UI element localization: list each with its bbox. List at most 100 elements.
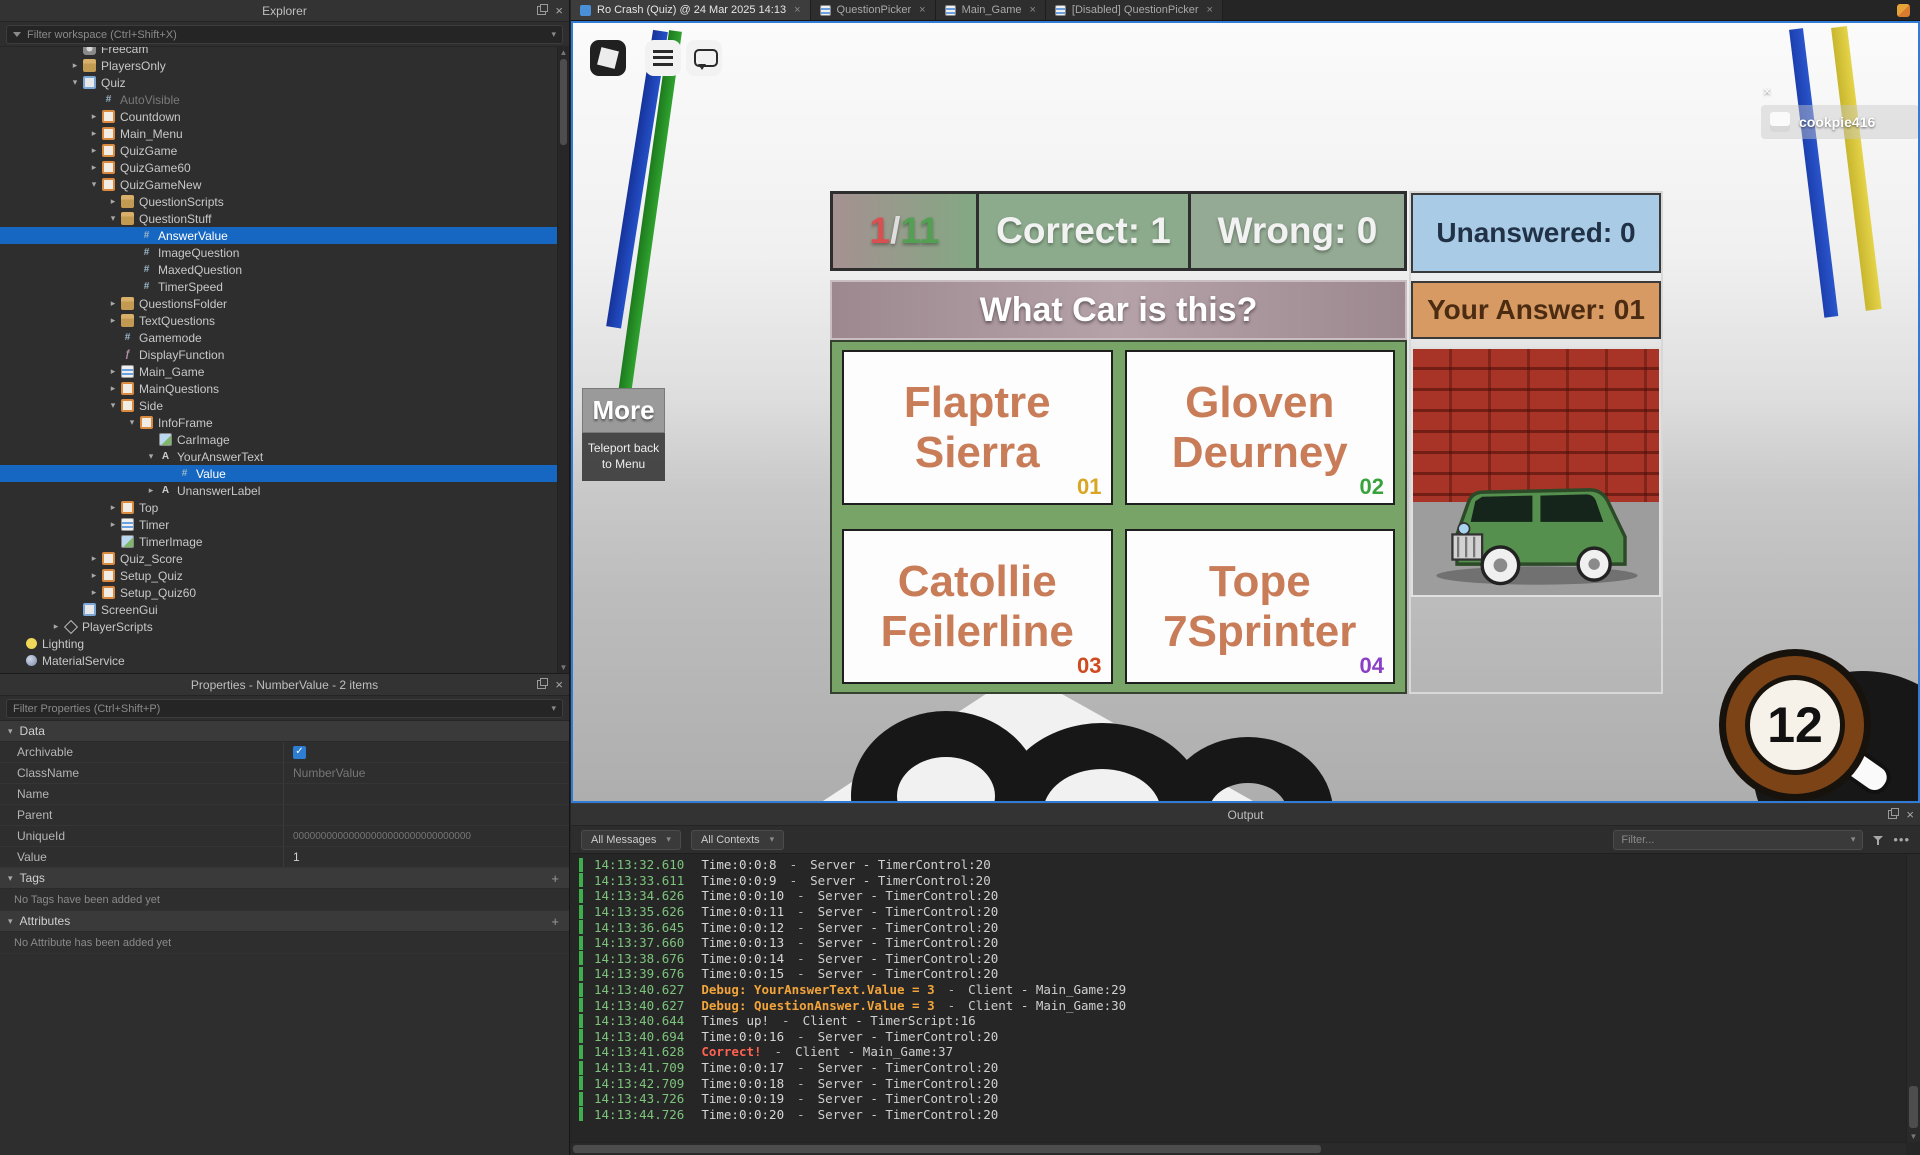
- tree-item-main-game[interactable]: ▸Main_Game: [0, 363, 557, 380]
- chevron-down-icon[interactable]: ▾: [551, 29, 556, 40]
- section-header-tags[interactable]: ▾Tags+: [0, 868, 569, 889]
- game-viewport[interactable]: 1 / 11 Correct: 1 Wrong: 0 What Car is t…: [571, 21, 1920, 803]
- log-line[interactable]: 14:13:37.660Time:0:0:13-Server - TimerCo…: [571, 935, 1906, 951]
- log-line[interactable]: 14:13:35.626Time:0:0:11-Server - TimerCo…: [571, 904, 1906, 920]
- output-vertical-scrollbar[interactable]: ▼: [1906, 854, 1920, 1142]
- float-panel-icon[interactable]: [1888, 810, 1897, 819]
- tree-item-textquestions[interactable]: ▸TextQuestions: [0, 312, 557, 329]
- output-filter-input[interactable]: [1621, 834, 1844, 846]
- expand-arrow-icon[interactable]: ▸: [86, 128, 102, 139]
- tree-item-quizgame60[interactable]: ▸QuizGame60: [0, 159, 557, 176]
- tree-item-maxedquestion[interactable]: #MaxedQuestion: [0, 261, 557, 278]
- tree-item-unanswerlabel[interactable]: ▸AUnanswerLabel: [0, 482, 557, 499]
- contexts-filter-dropdown[interactable]: All Contexts ▾: [691, 830, 784, 850]
- prop-value[interactable]: 00000000000000000000000000000000: [284, 826, 569, 846]
- answer-button-04[interactable]: Tope7Sprinter04: [1125, 529, 1396, 684]
- explorer-scrollbar[interactable]: ▲ ▼: [557, 47, 569, 673]
- tab-close-icon[interactable]: ×: [794, 4, 800, 16]
- tab-questionpicker[interactable]: QuestionPicker×: [811, 0, 936, 20]
- close-panel-icon[interactable]: ×: [555, 4, 563, 17]
- messages-filter-dropdown[interactable]: All Messages ▾: [581, 830, 681, 850]
- log-line[interactable]: 14:13:41.709Time:0:0:17-Server - TimerCo…: [571, 1060, 1906, 1076]
- chat-icon[interactable]: [686, 40, 722, 76]
- close-panel-icon[interactable]: ×: [1906, 808, 1914, 821]
- tree-item-quizgame[interactable]: ▸QuizGame: [0, 142, 557, 159]
- hamburger-menu-icon[interactable]: [645, 40, 681, 76]
- tree-item-mainquestions[interactable]: ▸MainQuestions: [0, 380, 557, 397]
- expand-arrow-icon[interactable]: ▸: [86, 553, 102, 564]
- overflow-menu-icon[interactable]: •••: [1893, 832, 1910, 847]
- scrollbar-thumb[interactable]: [560, 59, 567, 145]
- expand-arrow-icon[interactable]: ▸: [105, 196, 121, 207]
- answer-button-03[interactable]: CatollieFeilerline03: [842, 529, 1113, 684]
- log-line[interactable]: 14:13:43.726Time:0:0:19-Server - TimerCo…: [571, 1091, 1906, 1107]
- tab-close-icon[interactable]: ×: [1206, 4, 1212, 16]
- tree-item-lighting[interactable]: Lighting: [0, 635, 557, 652]
- archivable-checkbox[interactable]: ✓: [293, 746, 306, 759]
- close-panel-icon[interactable]: ×: [555, 678, 563, 691]
- roblox-menu-icon[interactable]: [590, 40, 626, 76]
- more-button[interactable]: More: [582, 388, 665, 433]
- tree-item-quizgamenew[interactable]: ▾QuizGameNew: [0, 176, 557, 193]
- tree-item-freecam[interactable]: Freecam: [0, 47, 557, 57]
- add-icon[interactable]: +: [551, 914, 559, 929]
- expand-arrow-icon[interactable]: ▾: [105, 213, 121, 224]
- tab-disabled-questionpicker[interactable]: [Disabled] QuestionPicker×: [1046, 0, 1223, 20]
- tree-item-questionstuff[interactable]: ▾QuestionStuff: [0, 210, 557, 227]
- properties-filter-input[interactable]: [13, 703, 545, 715]
- expand-arrow-icon[interactable]: ▾: [86, 179, 102, 190]
- prop-value[interactable]: [284, 784, 569, 804]
- scrollbar-thumb[interactable]: [573, 1145, 1321, 1153]
- workspace-filter-input[interactable]: [27, 29, 545, 41]
- expand-arrow-icon[interactable]: ▸: [48, 621, 64, 632]
- log-line[interactable]: 14:13:40.627Debug: QuestionAnswer.Value …: [571, 997, 1906, 1013]
- expand-arrow-icon[interactable]: ▾: [143, 451, 159, 462]
- output-horizontal-scrollbar[interactable]: [571, 1142, 1906, 1155]
- player-close-icon[interactable]: ×: [1763, 83, 1771, 99]
- tab-main-game[interactable]: Main_Game×: [936, 0, 1046, 20]
- tree-item-screengui[interactable]: ScreenGui: [0, 601, 557, 618]
- log-line[interactable]: 14:13:33.611Time:0:0:9-Server - TimerCon…: [571, 873, 1906, 889]
- expand-arrow-icon[interactable]: ▾: [124, 417, 140, 428]
- tree-item-autovisible[interactable]: #AutoVisible: [0, 91, 557, 108]
- expand-arrow-icon[interactable]: ▸: [105, 502, 121, 513]
- plugin-icon[interactable]: [1897, 4, 1910, 17]
- expand-arrow-icon[interactable]: ▸: [86, 570, 102, 581]
- scroll-down-icon[interactable]: ▼: [558, 663, 569, 672]
- log-line[interactable]: 14:13:34.626Time:0:0:10-Server - TimerCo…: [571, 888, 1906, 904]
- prop-value[interactable]: ✓: [284, 742, 569, 762]
- tree-item-infoframe[interactable]: ▾InfoFrame: [0, 414, 557, 431]
- scroll-up-icon[interactable]: ▲: [558, 48, 569, 57]
- answer-button-01[interactable]: FlaptreSierra01: [842, 350, 1113, 505]
- expand-arrow-icon[interactable]: ▸: [105, 298, 121, 309]
- log-line[interactable]: 14:13:41.628Correct!-Client - Main_Game:…: [571, 1044, 1906, 1060]
- tree-item-timer[interactable]: ▸Timer: [0, 516, 557, 533]
- expand-arrow-icon[interactable]: ▸: [105, 383, 121, 394]
- tab-ro-crash-quiz-24-mar-2025-14-13[interactable]: Ro Crash (Quiz) @ 24 Mar 2025 14:13×: [571, 0, 811, 20]
- tab-close-icon[interactable]: ×: [919, 4, 925, 16]
- expand-arrow-icon[interactable]: ▸: [105, 519, 121, 530]
- answer-button-02[interactable]: GlovenDeurney02: [1125, 350, 1396, 505]
- log-line[interactable]: 14:13:32.610Time:0:0:8-Server - TimerCon…: [571, 857, 1906, 873]
- chevron-down-icon[interactable]: ▾: [551, 703, 556, 714]
- prop-value[interactable]: [284, 805, 569, 825]
- chevron-down-icon[interactable]: ▾: [8, 873, 13, 884]
- funnel-icon[interactable]: [1873, 835, 1883, 845]
- log-line[interactable]: 14:13:39.676Time:0:0:15-Server - TimerCo…: [571, 966, 1906, 982]
- tree-item-playersonly[interactable]: ▸PlayersOnly: [0, 57, 557, 74]
- tree-item-youranswertext[interactable]: ▾AYourAnswerText: [0, 448, 557, 465]
- tree-item-value[interactable]: #Value: [0, 465, 557, 482]
- expand-arrow-icon[interactable]: ▾: [105, 400, 121, 411]
- teleport-label[interactable]: Teleport back to Menu: [582, 433, 665, 481]
- tree-item-materialservice[interactable]: MaterialService: [0, 652, 557, 669]
- float-panel-icon[interactable]: [537, 6, 546, 15]
- tree-item-questionsfolder[interactable]: ▸QuestionsFolder: [0, 295, 557, 312]
- tree-item-gamemode[interactable]: #Gamemode: [0, 329, 557, 346]
- prop-value[interactable]: 1: [284, 847, 569, 867]
- scrollbar-thumb[interactable]: [1909, 1086, 1918, 1128]
- tree-item-setup-quiz60[interactable]: ▸Setup_Quiz60: [0, 584, 557, 601]
- tree-item-imagequestion[interactable]: #ImageQuestion: [0, 244, 557, 261]
- float-panel-icon[interactable]: [537, 680, 546, 689]
- tree-item-displayfunction[interactable]: ƒDisplayFunction: [0, 346, 557, 363]
- prop-value[interactable]: NumberValue: [284, 763, 569, 783]
